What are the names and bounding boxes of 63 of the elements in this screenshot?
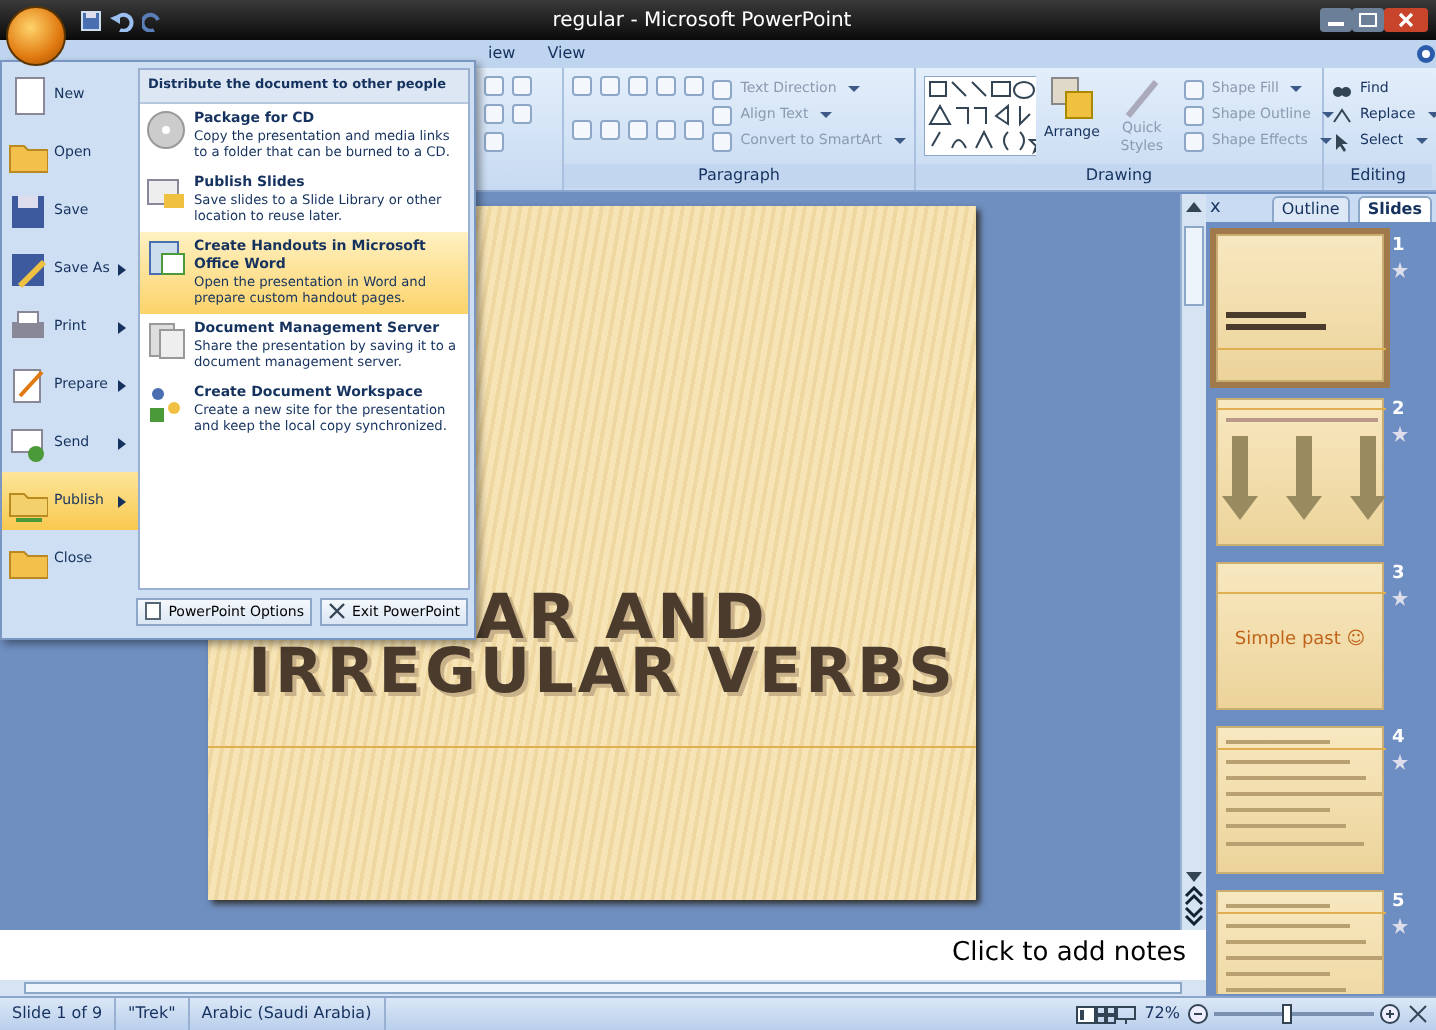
star-icon: [1392, 917, 1408, 933]
slide-counter: Slide 1 of 9: [0, 998, 117, 1030]
close-icon[interactable]: [1384, 8, 1428, 32]
disc-icon: [146, 109, 186, 150]
ribbon-tab[interactable]: View: [531, 42, 602, 66]
sorter-view-icon[interactable]: [1096, 1005, 1117, 1023]
slide-thumbnail[interactable]: [1216, 726, 1384, 874]
star-icon: [1392, 753, 1408, 769]
next-slide-icon[interactable]: [1182, 906, 1206, 926]
slide-number: 4: [1392, 726, 1407, 752]
zoom-in-icon[interactable]: [1380, 1004, 1400, 1024]
scroll-down-icon[interactable]: [1182, 866, 1206, 886]
panel-close-button[interactable]: x: [1210, 195, 1221, 222]
star-icon: [1392, 261, 1408, 277]
slide-thumbnail[interactable]: [1216, 234, 1384, 382]
star-icon: [1392, 589, 1408, 605]
group-label: Editing: [1324, 164, 1432, 188]
undo-icon[interactable]: [110, 9, 134, 31]
thumbnail-text: Simple past ☺: [1232, 628, 1368, 654]
slideshow-view-icon[interactable]: [1116, 1005, 1137, 1023]
zoom-slider-thumb[interactable]: [1282, 1004, 1292, 1024]
workspace-icon: [146, 383, 186, 424]
slide-thumbnail[interactable]: [1216, 398, 1384, 546]
panel-tab[interactable]: Slides: [1357, 196, 1432, 222]
normal-view-icon[interactable]: [1076, 1005, 1097, 1023]
previous-slide-icon[interactable]: [1182, 886, 1206, 906]
close-icon: [327, 602, 346, 621]
slide-number: 3: [1392, 562, 1407, 588]
floppy-disk-pencil-icon: [8, 249, 48, 289]
scrollbar-thumb[interactable]: [24, 982, 1182, 994]
language-status: Arabic (Saudi Arabia): [189, 998, 386, 1030]
help-icon[interactable]: [1416, 44, 1436, 64]
panel-tab[interactable]: Outline: [1271, 196, 1350, 222]
replace-icon: [1332, 105, 1352, 125]
zoom-level[interactable]: 72%: [1136, 1002, 1188, 1026]
document-pencil-icon: [8, 365, 48, 405]
server-icon: [146, 319, 186, 360]
notes-field[interactable]: Click to add notes: [0, 930, 1206, 980]
slide-thumbnail[interactable]: [1216, 890, 1384, 994]
window-title: regular - Microsoft PowerPoint: [550, 7, 854, 35]
slide-number: 5: [1392, 890, 1407, 916]
brush-icon: [1121, 76, 1162, 120]
scrollbar-thumb[interactable]: [1184, 225, 1204, 305]
minimize-icon[interactable]: [1320, 8, 1352, 32]
slide-number: 2: [1392, 398, 1407, 424]
redo-icon[interactable]: [142, 9, 164, 31]
shapes-gallery-icon[interactable]: [924, 76, 1036, 156]
group-label: Paragraph: [564, 164, 914, 188]
fit-window-icon[interactable]: [1408, 1004, 1428, 1024]
ribbon-tab[interactable]: iew: [472, 42, 532, 66]
theme-name: "Trek": [116, 998, 190, 1030]
options-icon: [144, 602, 163, 621]
cursor-icon: [1332, 131, 1352, 151]
group-label: Drawing: [916, 164, 1322, 188]
document-icon: [8, 423, 48, 463]
arrange-icon[interactable]: [1049, 76, 1094, 120]
zoom-out-icon[interactable]: [1188, 1004, 1208, 1024]
save-icon[interactable]: [80, 9, 102, 31]
maximize-icon[interactable]: [1352, 8, 1384, 32]
star-icon: [1392, 425, 1408, 441]
handout-icon: [146, 237, 186, 278]
slides-icon: [146, 173, 186, 214]
slide-number: 1: [1392, 234, 1407, 260]
